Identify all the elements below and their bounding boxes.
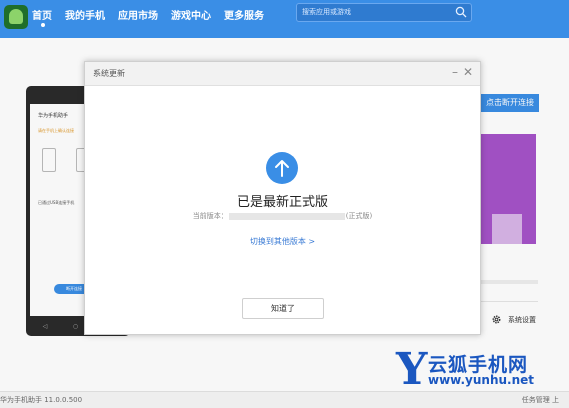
nav-item-app-market[interactable]: 应用市场 xyxy=(118,7,158,22)
minimize-icon[interactable]: – xyxy=(452,65,458,79)
search-icon[interactable] xyxy=(455,6,467,18)
version-prefix: 当前版本： xyxy=(192,212,228,220)
version-suffix: (正式版) xyxy=(345,212,373,220)
status-bar: 华为手机助手 11.0.0.500 任务管理 上 xyxy=(0,391,569,408)
search-box[interactable]: 搜索应用或游戏 xyxy=(296,3,472,22)
update-status-heading: 已是最新正式版 xyxy=(236,195,328,210)
main-nav: 首页 我的手机 应用市场 游戏中心 更多服务 xyxy=(32,7,277,27)
nav-item-my-phone[interactable]: 我的手机 xyxy=(65,7,105,22)
ok-button[interactable]: 知道了 xyxy=(242,298,324,319)
nav-item-home[interactable]: 首页 xyxy=(32,7,52,27)
system-update-dialog: 系统更新 – ✕ 已是最新正式版 当前版本： (正式版) 切换到其他版本 > 知道… xyxy=(84,61,481,335)
task-manager-link[interactable]: 任务管理 上 xyxy=(522,395,559,405)
version-number-redacted xyxy=(228,212,345,220)
nav-item-game-center[interactable]: 游戏中心 xyxy=(171,7,211,22)
close-icon[interactable]: ✕ xyxy=(463,65,473,79)
switch-version-link[interactable]: 切换到其他版本 > xyxy=(85,236,480,247)
dialog-title: 系统更新 xyxy=(93,69,125,78)
nav-item-more-services[interactable]: 更多服务 xyxy=(224,7,264,22)
current-version: 当前版本： (正式版) xyxy=(85,211,480,221)
upload-arrow-icon xyxy=(266,152,298,184)
app-logo[interactable] xyxy=(4,5,28,29)
search-input[interactable]: 搜索应用或游戏 xyxy=(302,7,351,17)
app-version: 华为手机助手 11.0.0.500 xyxy=(0,396,83,404)
top-bar: 首页 我的手机 应用市场 游戏中心 更多服务 搜索应用或游戏 xyxy=(0,0,569,38)
dialog-title-bar: 系统更新 – ✕ xyxy=(85,62,480,86)
